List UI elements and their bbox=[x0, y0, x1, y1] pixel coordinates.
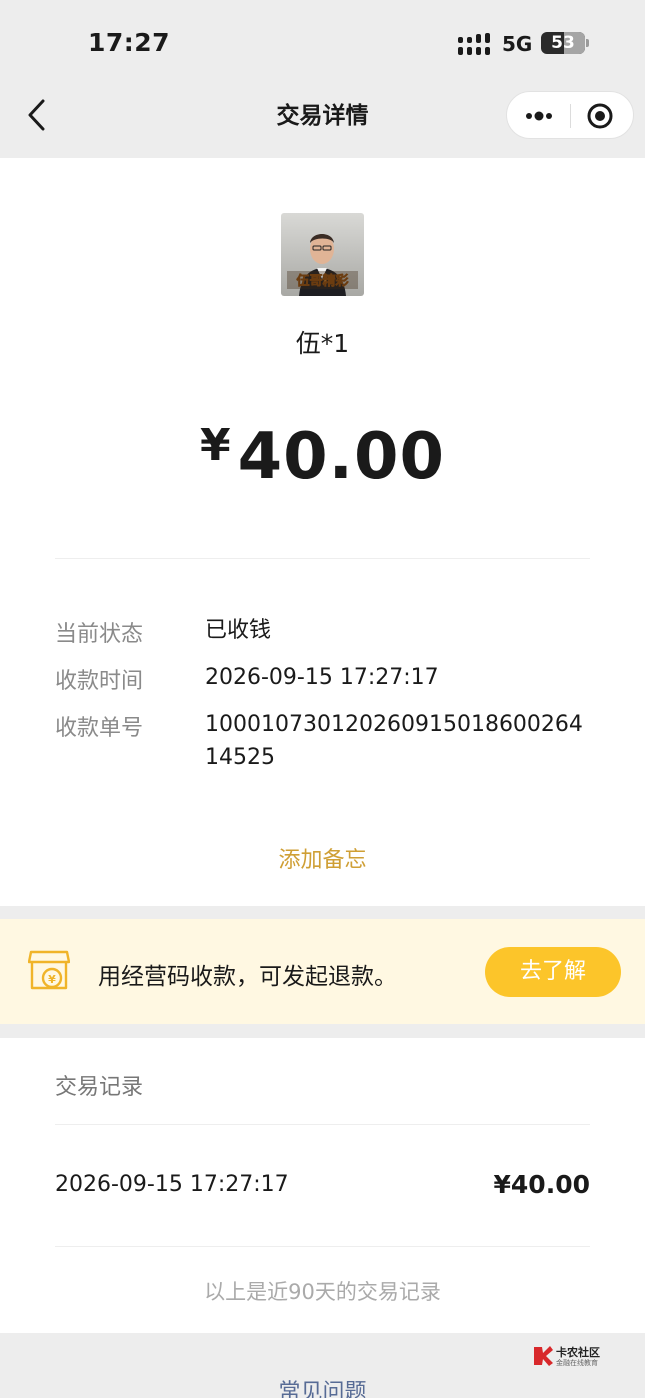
faq-link[interactable]: 常见问题 bbox=[0, 1374, 645, 1398]
transaction-card: 伍哥精彩 伍*1 ¥40.00 当前状态 已收钱 收款时间 2026-09-15… bbox=[0, 158, 645, 906]
divider bbox=[55, 558, 590, 559]
payer-name: 伍*1 bbox=[295, 329, 350, 358]
records-title: 交易记录 bbox=[55, 1075, 144, 1100]
svg-text:¥: ¥ bbox=[48, 973, 56, 986]
learn-more-button[interactable]: 去了解 bbox=[485, 947, 621, 997]
battery-cap bbox=[586, 39, 589, 47]
currency-symbol: ¥ bbox=[199, 420, 232, 471]
status-value: 已收钱 bbox=[205, 618, 272, 643]
shop-refund-icon: ¥ bbox=[28, 950, 70, 990]
network-label: 5G bbox=[502, 32, 533, 56]
watermark-subtitle: 金融在线教育 bbox=[556, 1359, 598, 1367]
record-amount: ¥40.00 bbox=[493, 1170, 590, 1199]
signal-icon bbox=[458, 33, 490, 55]
payer-avatar[interactable]: 伍哥精彩 bbox=[281, 213, 364, 296]
watermark-icon bbox=[534, 1346, 553, 1366]
record-date: 2026-09-15 17:27:17 bbox=[55, 1172, 289, 1197]
records-note: 以上是近90天的交易记录 bbox=[204, 1280, 441, 1304]
amount-value: 40.00 bbox=[237, 420, 446, 494]
records-card: 交易记录 2026-09-15 17:27:17 ¥40.00 以上是近90天的… bbox=[0, 1038, 645, 1333]
battery-indicator: 53 bbox=[541, 32, 585, 54]
battery-percent: 53 bbox=[551, 33, 575, 53]
promo-banner: ¥ 用经营码收款，可发起退款。 去了解 bbox=[0, 919, 645, 1024]
time-label: 收款时间 bbox=[55, 669, 144, 694]
divider bbox=[55, 1246, 590, 1247]
more-icon[interactable] bbox=[521, 102, 557, 130]
divider bbox=[55, 1124, 590, 1125]
time-value: 2026-09-15 17:27:17 bbox=[205, 665, 439, 690]
svg-text:伍哥精彩: 伍哥精彩 bbox=[295, 273, 348, 289]
watermark-logo: 卡农社区 金融在线教育 bbox=[532, 1343, 612, 1371]
status-time: 17:27 bbox=[88, 28, 171, 57]
mini-program-capsule bbox=[506, 91, 634, 139]
add-memo-link[interactable]: 添加备忘 bbox=[0, 842, 645, 874]
capsule-divider bbox=[570, 104, 571, 128]
order-number-label: 收款单号 bbox=[55, 716, 144, 741]
close-program-icon[interactable] bbox=[585, 101, 615, 131]
transaction-amount: ¥40.00 bbox=[0, 420, 645, 494]
status-bar: 17:27 5G 53 bbox=[0, 0, 645, 88]
order-number-value: 100010730120260915018600264145​25 bbox=[205, 712, 583, 770]
record-row[interactable]: 2026-09-15 17:27:17 ¥40.00 bbox=[55, 1158, 590, 1214]
promo-text: 用经营码收款，可发起退款。 bbox=[98, 964, 397, 990]
nav-bar: 交易详情 bbox=[0, 88, 645, 158]
status-label: 当前状态 bbox=[55, 622, 144, 647]
